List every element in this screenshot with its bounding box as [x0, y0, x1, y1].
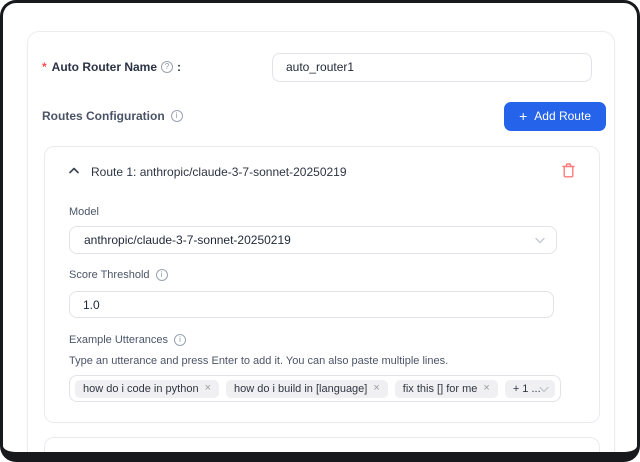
plus-icon: + [519, 109, 527, 123]
utterances-tags-input[interactable]: how do i code in python × how do i build… [69, 375, 561, 402]
utterance-tag-text: how do i build in [language] [234, 383, 367, 395]
example-utterances-label: Example Utterances i [69, 334, 186, 346]
route-1-title: Route 1: anthropic/claude-3-7-sonnet-202… [91, 165, 347, 179]
model-label-text: Model [69, 206, 99, 218]
utterance-tag: how do i build in [language] × [226, 380, 388, 398]
add-route-button-label: Add Route [534, 109, 591, 123]
score-threshold-label-text: Score Threshold [69, 269, 150, 281]
route-1-card: Route 1: anthropic/claude-3-7-sonnet-202… [44, 146, 600, 423]
info-icon[interactable]: i [171, 110, 183, 122]
info-icon[interactable]: i [156, 269, 168, 281]
delete-route-1-button[interactable] [562, 163, 575, 178]
route-2-header[interactable]: Route 2: azure_ai/gpt-4o [69, 451, 575, 462]
auto-router-name-label: * Auto Router Name ? : [42, 60, 181, 74]
example-utterances-label-text: Example Utterances [69, 334, 168, 346]
trash-icon [562, 163, 575, 178]
chevron-down-icon [535, 233, 545, 247]
collapse-chevron-up-icon[interactable] [69, 161, 79, 179]
app-window: * Auto Router Name ? : Routes Configurat… [0, 0, 640, 462]
auto-router-name-input[interactable] [272, 53, 592, 82]
utterances-helper-text: Type an utterance and press Enter to add… [69, 355, 575, 367]
routes-configuration-row: Routes Configuration i + Add Route [42, 101, 606, 131]
score-threshold-label: Score Threshold i [69, 269, 168, 281]
remove-tag-icon[interactable]: × [205, 383, 211, 394]
chevron-down-icon [539, 380, 549, 398]
auto-router-form-card: * Auto Router Name ? : Routes Configurat… [27, 31, 615, 462]
route-2-card: Route 2: azure_ai/gpt-4o [44, 437, 600, 462]
routes-configuration-label-text: Routes Configuration [42, 109, 165, 123]
route-2-title: Route 2: azure_ai/gpt-4o [91, 456, 223, 462]
model-select-value: anthropic/claude-3-7-sonnet-20250219 [84, 233, 291, 247]
add-route-button[interactable]: + Add Route [504, 102, 606, 131]
utterance-tag: fix this [] for me × [395, 380, 498, 398]
trash-icon [562, 454, 575, 462]
info-icon[interactable]: i [174, 334, 186, 346]
remove-tag-icon[interactable]: × [483, 383, 489, 394]
auto-router-name-label-text: Auto Router Name [52, 60, 157, 74]
route-1-header[interactable]: Route 1: anthropic/claude-3-7-sonnet-202… [69, 160, 575, 179]
model-select[interactable]: anthropic/claude-3-7-sonnet-20250219 [69, 226, 557, 254]
required-asterisk: * [42, 60, 47, 74]
auto-router-name-row: * Auto Router Name ? : [42, 52, 600, 82]
remove-tag-icon[interactable]: × [373, 383, 379, 394]
collapse-chevron-up-icon[interactable] [69, 452, 79, 462]
help-icon[interactable]: ? [161, 61, 173, 73]
utterance-tag: how do i code in python × [75, 380, 219, 398]
utterance-tag-text: how do i code in python [83, 383, 199, 395]
delete-route-2-button[interactable] [562, 454, 575, 462]
label-colon: : [177, 60, 181, 74]
score-threshold-input[interactable] [69, 291, 554, 318]
utterance-tag-text: fix this [] for me [403, 383, 478, 395]
routes-configuration-label: Routes Configuration i [42, 109, 183, 123]
model-label: Model [69, 206, 575, 218]
